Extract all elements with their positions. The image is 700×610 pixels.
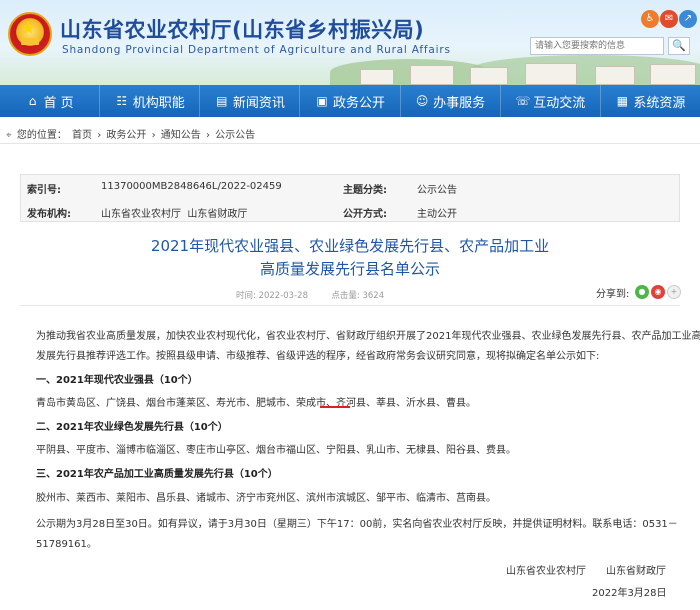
gov-icon: ▣ [316, 94, 328, 108]
breadcrumb-prefix: 您的位置： [16, 130, 67, 141]
service-icon: ☺ [415, 94, 429, 108]
news-icon: ▤ [216, 94, 228, 108]
home-icon: ⌂ [28, 94, 37, 108]
site-title: 山东省农业农村厅(山东省乡村振兴局) [60, 18, 425, 42]
views-label: 点击量: [331, 291, 363, 301]
notice-line1: 公示期为3月28日至30日。如有异议，请于3月30日（星期三）下午17：00前，… [36, 519, 678, 530]
openness-value: 主动公开 [417, 209, 457, 220]
time-label: 时间: [236, 291, 259, 301]
main-nav: ⌂ 首 页 ☷ 机构职能 ▤ 新闻资讯 ▣ 政务公开 ☺ 办事服务 ☏ 互动交流 ▦ 系统资源 [0, 85, 700, 117]
breadcrumb-separator: › [151, 130, 156, 141]
section3-list: 胶州市、莱西市、莱阳市、昌乐县、诸城市、济宁市兖州区、滨州市滨城区、邹平市、临清… [36, 493, 496, 504]
openness-label: 公开方式: [343, 209, 387, 220]
breadcrumb-separator: › [205, 130, 210, 141]
section2-heading: 二、2021年农业绿色发展先行县（10个） [36, 422, 228, 433]
interact-icon: ☏ [515, 94, 531, 108]
more-share-icon[interactable]: + [667, 285, 681, 299]
nav-news[interactable]: ▤ 新闻资讯 [200, 85, 301, 117]
section2-list: 平阴县、平度市、淄博市临淄区、枣庄市山亭区、烟台市福山区、宁阳县、乳山市、无棣县… [36, 445, 516, 456]
breadcrumb-notice[interactable]: 通知公告 [161, 130, 201, 141]
search-input[interactable]: 请输入您要搜索的信息 [530, 37, 664, 55]
section3-heading: 三、2021年农产品加工业高质量发展先行县（10个） [36, 469, 278, 480]
search-button[interactable]: 🔍 [668, 37, 690, 55]
notice-line2: 51789161。 [36, 539, 97, 550]
section1-heading: 一、2021年现代农业强县（10个） [36, 375, 198, 386]
share-icon[interactable]: ↗ [679, 10, 697, 28]
breadcrumb-announce[interactable]: 公示公告 [215, 130, 255, 141]
article-title-line2: 高质量发展先行县名单公示 [259, 260, 440, 278]
section1-list: 青岛市黄岛区、广饶县、烟台市蓬莱区、寿光市、肥城市、荣成市、齐河县、莘县、沂水县… [36, 398, 476, 409]
index-value: 11370000MB2848646L/2022-02459 [101, 181, 282, 192]
wechat-icon[interactable]: ● [635, 285, 649, 299]
text-underline [320, 406, 350, 408]
breadcrumb-home[interactable]: 首页 [72, 130, 92, 141]
mail-icon[interactable]: ✉ [660, 10, 678, 28]
nav-gov[interactable]: ▣ 政务公开 [300, 85, 401, 117]
signature-date: 2022年3月28日 [592, 588, 667, 599]
intro-line2: 发展先行县推荐评选工作。按照县级申请、市级推荐、省级评选的程序，经省政府常务会议… [36, 351, 600, 362]
national-emblem-icon: ★ [8, 12, 52, 56]
accessibility-icon[interactable]: ♿ [641, 10, 659, 28]
divider [0, 143, 700, 144]
publisher-label: 发布机构: [27, 209, 71, 220]
nav-interact[interactable]: ☏ 互动交流 [501, 85, 601, 117]
category-label: 主题分类: [343, 185, 387, 196]
signature: 山东省农业农村厅 山东省财政厅 [506, 566, 666, 577]
nav-org[interactable]: ☷ 机构职能 [100, 85, 201, 117]
index-label: 索引号: [27, 185, 61, 196]
location-icon: ⌖ [6, 130, 12, 141]
nav-service[interactable]: ☺ 办事服务 [401, 85, 501, 117]
article-title-line1: 2021年现代农业强县、农业绿色发展先行县、农产品加工业 [150, 237, 550, 255]
breadcrumb-separator: › [97, 130, 102, 141]
site-subtitle: Shandong Provincial Department of Agricu… [62, 44, 451, 56]
nav-home[interactable]: ⌂ 首 页 [0, 85, 101, 117]
breadcrumb-gov[interactable]: 政务公开 [106, 130, 146, 141]
system-icon: ▦ [616, 94, 629, 108]
category-value: 公示公告 [417, 185, 457, 196]
org-icon: ☷ [116, 94, 128, 108]
time-value: 2022-03-28 [258, 291, 308, 301]
site-header: ★ 山东省农业农村厅(山东省乡村振兴局) Shandong Provincial… [0, 0, 700, 85]
share-label: 分享到: [596, 289, 630, 300]
divider [20, 305, 680, 306]
publisher-value: 山东省农业农村厅 山东省财政厅 [101, 209, 248, 220]
weibo-icon[interactable]: ◉ [651, 285, 665, 299]
intro-line1: 为推动我省农业高质量发展，加快农业农村现代化，省农业农村厅、省财政厅组织开展了2… [36, 331, 700, 342]
nav-system[interactable]: ▦ 系统资源 [601, 85, 700, 117]
document-meta-table: 索引号: 11370000MB2848646L/2022-02459 主题分类:… [20, 174, 680, 222]
article-info: 时间: 2022-03-28 点击量: 3624 [236, 289, 384, 301]
views-value: 3624 [362, 291, 385, 301]
breadcrumb: ⌖ 您的位置： 首页 › 政务公开 › 通知公告 › 公示公告 [6, 126, 257, 141]
